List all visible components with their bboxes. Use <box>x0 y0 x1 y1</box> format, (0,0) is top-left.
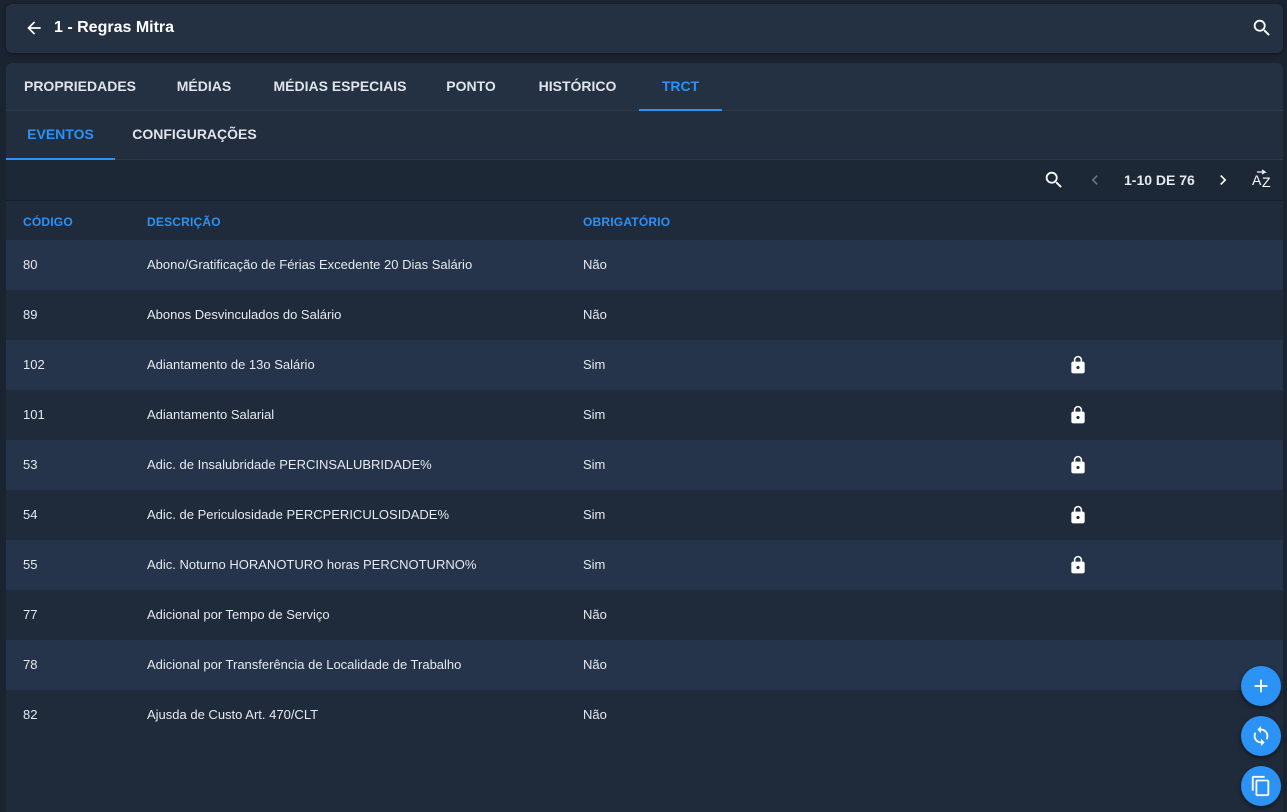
cell-code: 54 <box>23 507 38 522</box>
cell-code: 80 <box>23 257 38 272</box>
tab-medias[interactable]: MÉDIAS <box>154 63 254 111</box>
tab-eventos[interactable]: EVENTOS <box>6 111 115 160</box>
refresh-icon <box>1253 725 1269 747</box>
chevron-left-icon <box>1091 175 1098 185</box>
cell-description: Adic. de Periculosidade PERCPERICULOSIDA… <box>147 507 450 522</box>
add-button[interactable] <box>1241 666 1281 706</box>
table-row[interactable]: 77 Adicional por Tempo de Serviço Não <box>6 590 1283 640</box>
lock-icon <box>1071 455 1085 474</box>
svg-text:Z: Z <box>1262 174 1271 190</box>
cell-code: 77 <box>23 607 38 622</box>
sort-az-button[interactable]: A Z <box>1251 168 1275 192</box>
lock-icon <box>1071 555 1085 574</box>
table-row[interactable]: 82 Ajusda de Custo Art. 470/CLT Não <box>6 690 1283 740</box>
svg-text:A: A <box>1252 172 1262 188</box>
cell-required: Sim <box>583 557 606 572</box>
top-app-bar: 1 - Regras Mitra <box>6 4 1283 53</box>
arrow-left-icon <box>27 21 41 35</box>
cell-code: 55 <box>23 557 38 572</box>
cell-required: Não <box>583 307 607 322</box>
cell-code: 101 <box>23 407 45 422</box>
table-row[interactable]: 102 Adiantamento de 13o Salário Sim <box>6 340 1283 390</box>
cell-description: Adic. Noturno HORANOTURO horas PERCNOTUR… <box>147 557 477 572</box>
cell-required: Sim <box>583 507 606 522</box>
cell-required: Sim <box>583 457 606 472</box>
cell-description: Adiantamento Salarial <box>147 407 275 422</box>
content-panel: PROPRIEDADES MÉDIAS MÉDIAS ESPECIAIS PON… <box>6 63 1283 812</box>
back-button[interactable] <box>22 16 46 40</box>
copy-icon <box>1251 775 1270 797</box>
sub-tabs: EVENTOS CONFIGURAÇÕES <box>6 111 1283 160</box>
cell-description: Adiantamento de 13o Salário <box>147 357 315 372</box>
lock-icon <box>1071 405 1085 424</box>
tab-configuracoes[interactable]: CONFIGURAÇÕES <box>115 111 274 160</box>
table-row[interactable]: 78 Adicional por Transferência de Locali… <box>6 640 1283 690</box>
column-header-codigo[interactable]: CÓDIGO <box>23 215 73 229</box>
cell-description: Abono/Gratificação de Férias Excedente 2… <box>147 257 473 272</box>
cell-required: Sim <box>583 407 606 422</box>
page-title: 1 - Regras Mitra <box>54 19 175 36</box>
search-icon <box>1045 171 1062 188</box>
column-header-obrigatorio[interactable]: OBRIGATÓRIO <box>583 215 670 229</box>
plus-icon <box>1254 679 1268 693</box>
tab-ponto[interactable]: PONTO <box>426 63 516 111</box>
cell-required: Não <box>583 657 607 672</box>
cell-required: Não <box>583 607 607 622</box>
cell-code: 53 <box>23 457 38 472</box>
table-row[interactable]: 89 Abonos Desvinculados do Salário Não <box>6 290 1283 340</box>
search-button[interactable] <box>1251 17 1273 39</box>
table-row[interactable]: 55 Adic. Noturno HORANOTURO horas PERCNO… <box>6 540 1283 590</box>
cell-description: Abonos Desvinculados do Salário <box>147 307 342 322</box>
tab-medias-especiais[interactable]: MÉDIAS ESPECIAIS <box>254 63 426 111</box>
prev-page-button[interactable] <box>1083 168 1107 192</box>
search-icon <box>1253 19 1270 36</box>
copy-button[interactable] <box>1241 766 1281 806</box>
column-header-descricao[interactable]: DESCRIÇÃO <box>147 215 221 229</box>
cell-description: Adicional por Tempo de Serviço <box>147 607 330 622</box>
refresh-button[interactable] <box>1241 716 1281 756</box>
tab-historico[interactable]: HISTÓRICO <box>516 63 639 111</box>
table-row[interactable]: 80 Abono/Gratificação de Férias Excedent… <box>6 240 1283 290</box>
lock-icon <box>1071 505 1085 524</box>
table-body: 80 Abono/Gratificação de Férias Excedent… <box>6 240 1283 740</box>
lock-icon <box>1071 355 1085 374</box>
cell-code: 82 <box>23 707 38 722</box>
cell-description: Adic. de Insalubridade PERCINSALUBRIDADE… <box>147 457 432 472</box>
cell-code: 89 <box>23 307 38 322</box>
cell-required: Não <box>583 257 607 272</box>
cell-code: 102 <box>23 357 45 372</box>
table-header: CÓDIGO DESCRIÇÃO OBRIGATÓRIO <box>6 200 1283 240</box>
table-row[interactable]: 54 Adic. de Periculosidade PERCPERICULOS… <box>6 490 1283 540</box>
main-tabs: PROPRIEDADES MÉDIAS MÉDIAS ESPECIAIS PON… <box>6 63 1283 111</box>
cell-required: Não <box>583 707 607 722</box>
cell-description: Adicional por Transferência de Localidad… <box>147 657 462 672</box>
tab-trct[interactable]: TRCT <box>639 63 722 111</box>
chevron-right-icon <box>1220 175 1227 185</box>
sort-az-icon: A Z <box>1252 169 1271 190</box>
table-row[interactable]: 53 Adic. de Insalubridade PERCINSALUBRID… <box>6 440 1283 490</box>
cell-required: Sim <box>583 357 606 372</box>
next-page-button[interactable] <box>1211 168 1235 192</box>
pager-text: 1-10 DE 76 <box>1124 172 1195 188</box>
table-search-button[interactable] <box>1042 168 1066 192</box>
cell-description: Ajusda de Custo Art. 470/CLT <box>147 707 319 722</box>
table-row[interactable]: 101 Adiantamento Salarial Sim <box>6 390 1283 440</box>
tab-propriedades[interactable]: PROPRIEDADES <box>6 63 154 111</box>
table-toolbar: 1-10 DE 76 A Z <box>6 160 1283 200</box>
cell-code: 78 <box>23 657 38 672</box>
